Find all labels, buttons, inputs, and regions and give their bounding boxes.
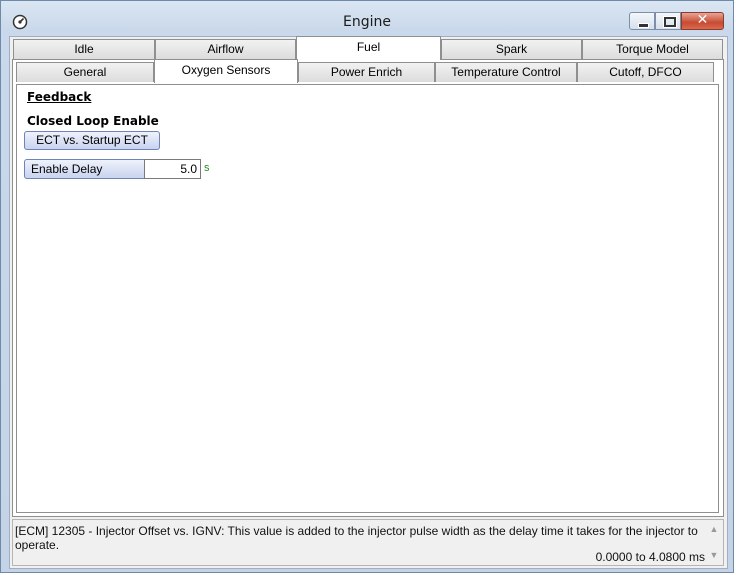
description-text: [ECM] 12305 - Injector Offset vs. IGNV: … xyxy=(15,524,698,552)
tab-spark[interactable]: Spark xyxy=(441,39,582,59)
scroll-up-icon[interactable]: ▲ xyxy=(708,524,720,536)
client-area: Idle Airflow Fuel Spark Torque Model General… xyxy=(9,36,728,569)
minimize-icon xyxy=(638,23,649,28)
subtab-general[interactable]: General xyxy=(16,62,154,82)
close-icon: ✕ xyxy=(696,12,709,28)
scroll-down-icon[interactable]: ▼ xyxy=(708,550,720,562)
tab-fuel[interactable]: Fuel xyxy=(296,36,441,60)
engine-window: Engine ✕ Idle Airflow Fuel Spark Torque Mode… xyxy=(0,0,734,573)
subtab-oxygen-sensors[interactable]: Oxygen Sensors xyxy=(154,59,298,83)
title-bar[interactable]: Engine ✕ xyxy=(1,1,733,37)
feedback-header: Feedback xyxy=(27,90,92,104)
description-range: 0.0000 to 4.0800 ms xyxy=(595,550,705,564)
maximize-icon xyxy=(664,17,676,27)
description-pane[interactable]: [ECM] 12305 - Injector Offset vs. IGNV: … xyxy=(12,519,724,566)
enable-delay-unit: s xyxy=(204,162,210,174)
ect-vs-startup-ect-button[interactable]: ECT vs. Startup ECT xyxy=(24,131,160,150)
subtab-temperature-control[interactable]: Temperature Control xyxy=(435,62,577,82)
tab-torque-model[interactable]: Torque Model xyxy=(582,39,723,59)
subtab-cutoff-dfco[interactable]: Cutoff, DFCO xyxy=(577,62,714,82)
enable-delay-label[interactable]: Enable Delay xyxy=(24,159,145,179)
close-button[interactable]: ✕ xyxy=(681,12,724,30)
maximize-button[interactable] xyxy=(655,12,681,30)
fuel-tab-page: General Oxygen Sensors Power Enrich Tempera… xyxy=(12,59,724,517)
minimize-button[interactable] xyxy=(629,12,655,30)
oxygen-sensors-page: Feedback Closed Loop Enable ECT vs. Star… xyxy=(16,84,719,513)
tab-idle[interactable]: Idle xyxy=(13,39,155,59)
tab-airflow[interactable]: Airflow xyxy=(155,39,296,59)
subtab-power-enrich[interactable]: Power Enrich xyxy=(298,62,435,82)
caption-buttons: ✕ xyxy=(629,12,724,32)
closed-loop-enable-label: Closed Loop Enable xyxy=(27,114,159,128)
window-title: Engine xyxy=(343,14,391,30)
enable-delay-input[interactable]: 5.0 xyxy=(144,159,201,179)
